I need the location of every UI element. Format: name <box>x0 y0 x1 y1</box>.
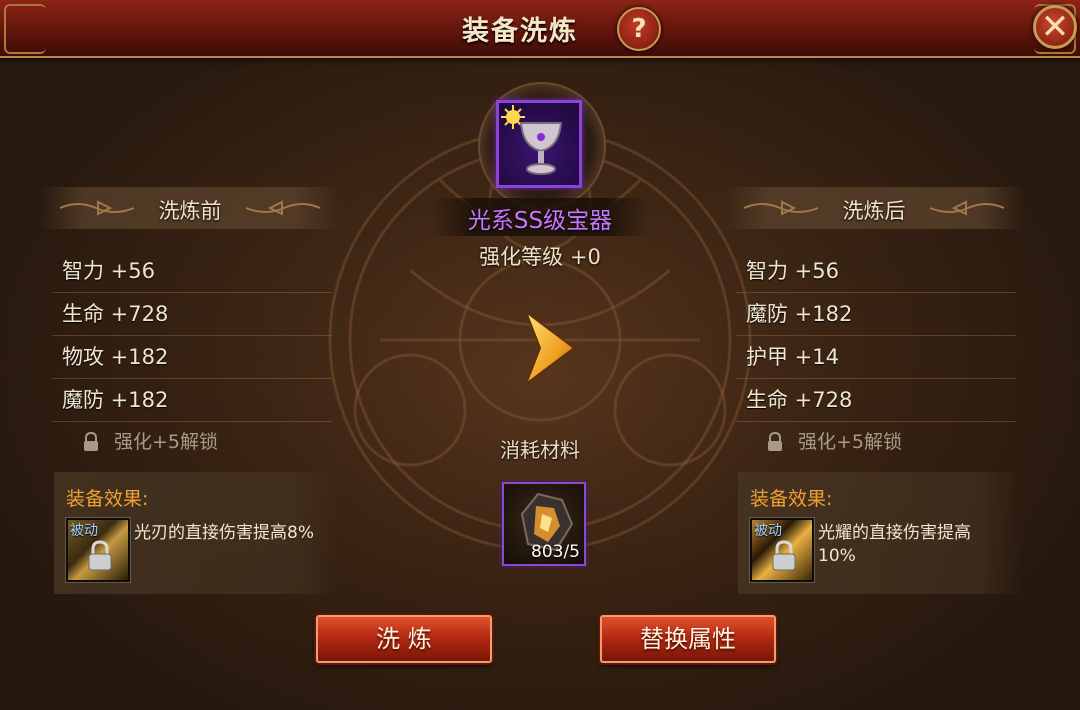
locked-stat-label: 强化+5解锁 <box>798 431 903 453</box>
ornament-right-icon <box>245 200 321 216</box>
close-icon: ✕ <box>1040 7 1070 47</box>
lock-icon <box>84 432 98 451</box>
skill-icon[interactable]: 被动 <box>749 517 815 583</box>
lock-icon <box>768 432 782 451</box>
dialog-title: 装备洗炼 <box>462 16 578 47</box>
close-button[interactable]: ✕ <box>1033 5 1077 49</box>
stat-row: 智力 +56 <box>52 250 332 293</box>
lock-icon <box>88 540 112 571</box>
chalice-icon <box>501 105 563 175</box>
title-bar: 装备洗炼 <box>0 0 1080 58</box>
stat-row: 生命 +728 <box>736 379 1016 422</box>
effect-description: 光耀的直接伤害提高10% <box>818 523 971 566</box>
refine-dialog: 装备洗炼 ? ✕ 光系SS级宝器 强化等级 +0 洗炼前 洗炼后 智力 +56 … <box>0 0 1080 710</box>
stat-row: 护甲 +14 <box>736 336 1016 379</box>
locked-stat-label: 强化+5解锁 <box>114 431 219 453</box>
equipment-slot[interactable] <box>496 100 582 188</box>
ornament-right-icon <box>929 200 1005 216</box>
stat-row: 智力 +56 <box>736 250 1016 293</box>
before-header: 洗炼前 <box>40 187 340 229</box>
before-effect-box: 装备效果: 被动 光刃的直接伤害提高8% <box>54 472 338 594</box>
effect-description: 光刃的直接伤害提高8% <box>134 523 314 543</box>
after-effect-box: 装备效果: 被动 光耀的直接伤害提高10% <box>738 472 1022 594</box>
stat-row: 生命 +728 <box>52 293 332 336</box>
effect-title: 装备效果: <box>66 488 149 510</box>
after-header: 洗炼后 <box>724 187 1024 229</box>
equipment-name: 光系SS级宝器 <box>467 208 613 234</box>
arrow-right-icon <box>523 309 576 387</box>
stat-row: 物攻 +182 <box>52 336 332 379</box>
material-count: 803/5 <box>531 542 580 562</box>
skill-icon[interactable]: 被动 <box>65 517 131 583</box>
passive-tag: 被动 <box>754 523 782 539</box>
refine-button[interactable]: 洗 炼 <box>316 615 492 663</box>
material-slot[interactable]: 803/5 <box>502 482 586 566</box>
help-button[interactable]: ? <box>617 7 661 51</box>
after-stats: 智力 +56 魔防 +182 护甲 +14 生命 +728 强化+5解锁 <box>736 250 1016 462</box>
enhance-level: 强化等级 +0 <box>479 245 601 269</box>
stat-row: 魔防 +182 <box>736 293 1016 336</box>
effect-title: 装备效果: <box>750 488 833 510</box>
cost-label: 消耗材料 <box>500 438 580 462</box>
replace-attributes-button[interactable]: 替换属性 <box>600 615 776 663</box>
help-icon: ? <box>631 14 647 44</box>
before-stats: 智力 +56 生命 +728 物攻 +182 魔防 +182 强化+5解锁 <box>52 250 332 462</box>
locked-stat-row: 强化+5解锁 <box>52 422 332 462</box>
passive-tag: 被动 <box>70 523 98 539</box>
locked-stat-row: 强化+5解锁 <box>736 422 1016 462</box>
lock-icon <box>772 540 796 571</box>
stat-row: 魔防 +182 <box>52 379 332 422</box>
